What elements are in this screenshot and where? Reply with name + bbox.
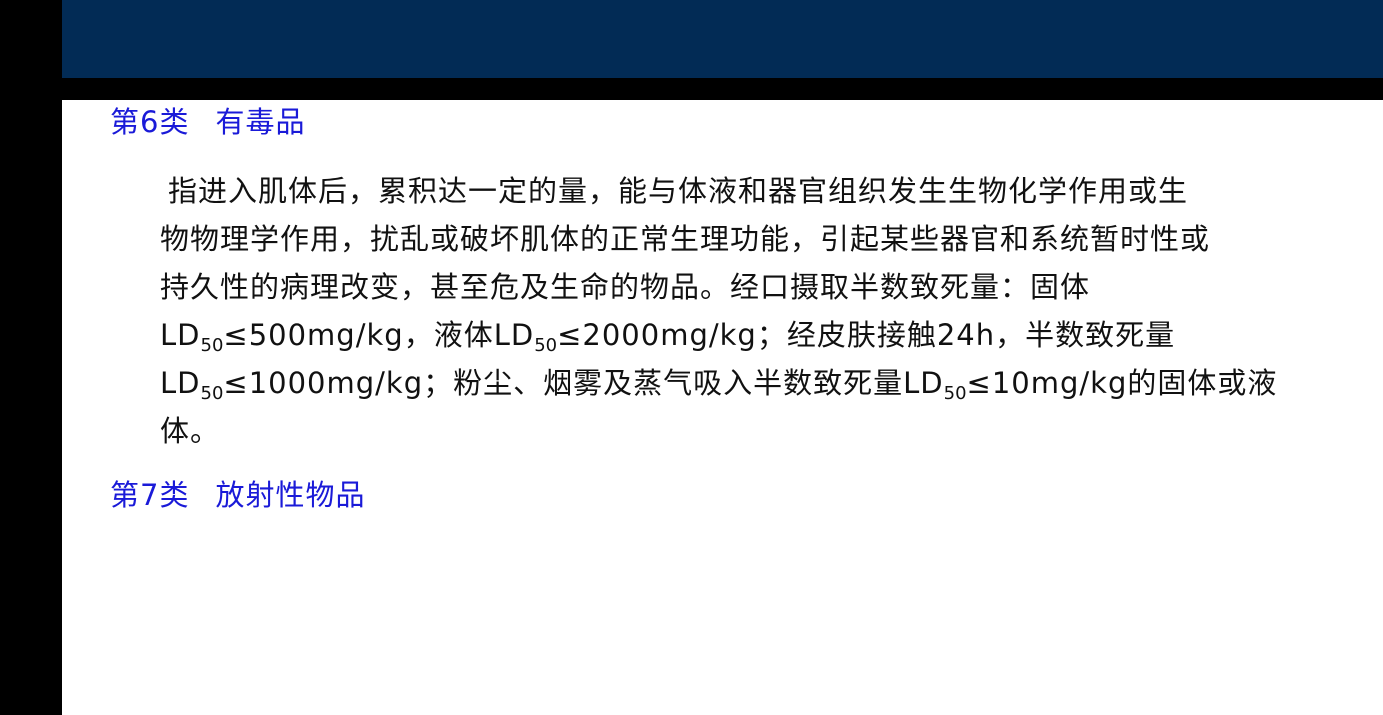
subscript: 50 bbox=[200, 383, 224, 404]
body-line: 指进入肌体后，累积达一定的量，能与体液和器官组织发生生物化学作用或生 bbox=[168, 174, 1189, 208]
subscript: 50 bbox=[534, 335, 558, 356]
section-label: 第7类 bbox=[110, 478, 190, 512]
section-heading-7: 第7类 放射性物品 bbox=[110, 475, 365, 515]
body-line: 持久性的病理改变，甚至危及生命的物品。经口摄取半数致死量：固体 bbox=[160, 270, 1091, 304]
section-heading-6: 第6类 有毒品 bbox=[110, 102, 305, 142]
section-title: 有毒品 bbox=[215, 105, 306, 139]
body-text: ≤500mg/kg，液体LD bbox=[223, 318, 535, 352]
subscript: 50 bbox=[200, 335, 224, 356]
subscript: 50 bbox=[943, 383, 967, 404]
section-body-6: 指进入肌体后，累积达一定的量，能与体液和器官组织发生生物化学作用或生 物物理学作… bbox=[160, 167, 1330, 455]
body-line: 物物理学作用，扰乱或破坏肌体的正常生理功能，引起某些器官和系统暂时性或 bbox=[160, 222, 1211, 256]
ld-label: LD bbox=[160, 318, 201, 352]
slide-viewer: 第6类 有毒品 指进入肌体后，累积达一定的量，能与体液和器官组织发生生物化学作用或… bbox=[0, 0, 1383, 715]
ld-label: LD bbox=[160, 366, 201, 400]
body-text: ≤1000mg/kg；粉尘、烟雾及蒸气吸入半数致死量LD bbox=[223, 366, 944, 400]
section-label: 第6类 bbox=[110, 105, 190, 139]
slide-content: 第6类 有毒品 指进入肌体后，累积达一定的量，能与体液和器官组织发生生物化学作用或… bbox=[62, 100, 1383, 715]
body-line: 体。 bbox=[160, 414, 221, 448]
section-title: 放射性物品 bbox=[215, 478, 366, 512]
body-line: LD50≤1000mg/kg；粉尘、烟雾及蒸气吸入半数致死量LD50≤10mg/… bbox=[160, 359, 1330, 407]
body-text: ≤2000mg/kg；经皮肤接触24h，半数致死量 bbox=[557, 318, 1176, 352]
body-line: LD50≤500mg/kg，液体LD50≤2000mg/kg；经皮肤接触24h，… bbox=[160, 311, 1330, 359]
header-band bbox=[62, 0, 1383, 78]
body-text: ≤10mg/kg的固体或液 bbox=[966, 366, 1278, 400]
